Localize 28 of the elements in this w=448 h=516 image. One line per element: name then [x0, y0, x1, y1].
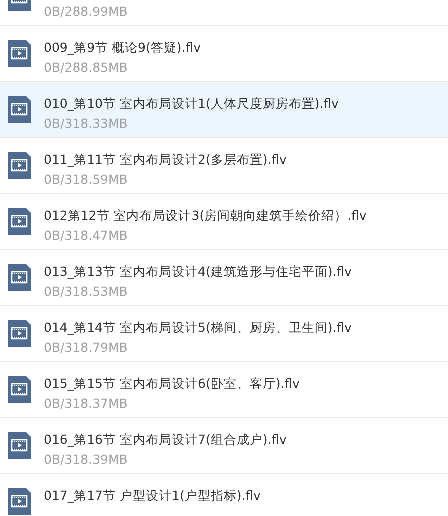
file-size: 0B/318.47MB	[44, 228, 129, 244]
file-size: 0B/318.53MB	[44, 284, 129, 300]
file-size: 0B/288.85MB	[44, 60, 129, 76]
file-size: 0B/318.39MB	[44, 452, 129, 468]
file-name: 012第12节 室内布局设计3(房间朝向建筑手绘价绍）.flv	[44, 208, 367, 224]
video-file-icon	[8, 488, 31, 515]
file-name: 010_第10节 室内布局设计1(人体尺度厨房布置).flv	[44, 96, 339, 112]
file-name: 017_第17节 户型设计1(户型指标).flv	[44, 488, 261, 504]
file-name: 009_第9节 概论9(答疑).flv	[44, 40, 201, 56]
video-file-icon	[8, 432, 31, 459]
file-size: 0B/288.99MB	[44, 4, 128, 20]
video-file-icon	[8, 376, 31, 403]
file-size: 0B/318.79MB	[44, 340, 129, 356]
file-name: 015_第15节 室内布局设计6(卧室、客厅).flv	[44, 376, 300, 392]
file-name: 013_第13节 室内布局设计4(建筑造形与住宅平面).flv	[44, 264, 352, 280]
video-file-icon	[8, 264, 31, 291]
file-size: 0B/318.37MB	[44, 396, 129, 412]
file-size: 0B/318.59MB	[44, 172, 129, 188]
video-file-icon	[8, 96, 31, 123]
video-file-icon	[8, 40, 31, 67]
video-file-icon	[8, 152, 31, 179]
video-file-icon	[8, 208, 31, 235]
file-row[interactable]: 010_第10节 室内布局设计1(人体尺度厨房布置).flv 0B/318.33MB	[0, 82, 448, 138]
file-name: 016_第16节 室内布局设计7(组合成户).flv	[44, 432, 287, 448]
video-file-icon	[8, 320, 31, 347]
file-size: 0B/318.33MB	[44, 116, 129, 132]
file-name: 014_第14节 室内布局设计5(梯间、厨房、卫生间).flv	[44, 320, 352, 336]
file-name: 011_第11节 室内布局设计2(多层布置).flv	[44, 152, 287, 168]
